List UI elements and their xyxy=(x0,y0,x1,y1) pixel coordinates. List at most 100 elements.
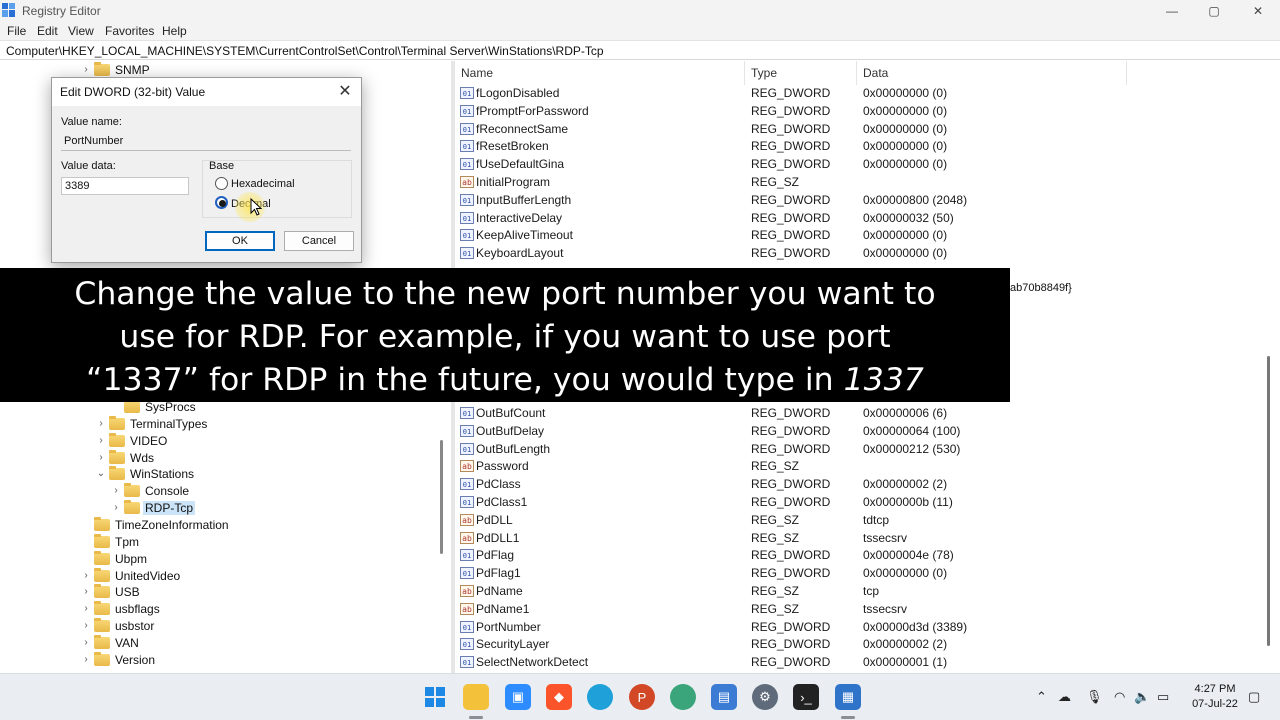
value-row[interactable]: 01 PdClass REG_DWORD 0x00000002 (2) xyxy=(455,475,1265,493)
tree-node-version[interactable]: › Version xyxy=(80,651,157,668)
chevron-right-icon[interactable]: › xyxy=(80,603,92,614)
chevron-right-icon[interactable]: › xyxy=(80,64,92,75)
menu-view[interactable]: View xyxy=(68,24,94,38)
address-bar[interactable]: Computer\HKEY_LOCAL_MACHINE\SYSTEM\Curre… xyxy=(0,40,1280,60)
value-row[interactable]: ab Password REG_SZ xyxy=(455,457,1265,475)
wifi-icon[interactable]: ◠ xyxy=(1114,689,1125,705)
minimize-button[interactable]: — xyxy=(1149,0,1195,22)
zoom-icon[interactable]: ▣ xyxy=(505,684,531,710)
tree-node-terminaltypes[interactable]: › TerminalTypes xyxy=(95,415,209,432)
tree-node-wds[interactable]: › Wds xyxy=(95,449,156,466)
powerpoint-icon[interactable]: P xyxy=(629,684,655,710)
column-header-name[interactable]: Name xyxy=(455,61,745,85)
tree-node-console[interactable]: › Console xyxy=(110,482,191,499)
ok-button[interactable]: OK xyxy=(205,231,275,251)
value-row[interactable]: ab InitialProgram REG_SZ xyxy=(455,173,1265,191)
tree-node-rdp-tcp[interactable]: › RDP-Tcp xyxy=(110,499,196,516)
registry-editor-taskbar-icon[interactable]: ▦ xyxy=(835,684,861,710)
tree-node-usbflags[interactable]: › usbflags xyxy=(80,600,162,617)
clock[interactable]: 4:27 PM 07-Jul-22 xyxy=(1187,682,1243,712)
value-row[interactable]: 01 SecurityLayer REG_DWORD 0x00000002 (2) xyxy=(455,635,1265,653)
notification-icon[interactable]: ▢ xyxy=(1248,689,1260,705)
column-header-type[interactable]: Type xyxy=(745,61,857,85)
chevron-right-icon[interactable]: › xyxy=(95,418,107,429)
value-row[interactable]: ab PdName REG_SZ tcp xyxy=(455,582,1265,600)
value-row[interactable]: 01 InputBufferLength REG_DWORD 0x00000800 (… xyxy=(455,191,1265,209)
maximize-button[interactable]: ▢ xyxy=(1191,0,1237,22)
menu-help[interactable]: Help xyxy=(162,24,187,38)
tree-node-van[interactable]: › VAN xyxy=(80,634,141,651)
value-row[interactable]: 01 PortNumber REG_DWORD 0x00000d3d (3389) xyxy=(455,618,1265,636)
tree-node-snmp[interactable]: › SNMP xyxy=(80,61,152,78)
binary-value-icon: 01 xyxy=(460,229,474,242)
menu-file[interactable]: File xyxy=(7,24,26,38)
chevron-right-icon[interactable]: › xyxy=(80,620,92,631)
microphone-icon[interactable]: 🎙 xyxy=(1086,689,1103,705)
value-row[interactable]: 01 PdClass1 REG_DWORD 0x0000000b (11) xyxy=(455,493,1265,511)
value-row[interactable]: 01 PdFlag1 REG_DWORD 0x00000000 (0) xyxy=(455,564,1265,582)
hexadecimal-label[interactable]: Hexadecimal xyxy=(231,178,295,190)
value-row[interactable]: ab PdDLL REG_SZ tdtcp xyxy=(455,511,1265,529)
column-header-data[interactable]: Data xyxy=(857,61,1127,85)
values-scrollbar[interactable] xyxy=(1267,356,1270,646)
value-row[interactable]: 01 fResetBroken REG_DWORD 0x00000000 (0) xyxy=(455,137,1265,155)
chevron-right-icon[interactable]: › xyxy=(110,502,122,513)
chevron-right-icon[interactable]: › xyxy=(110,485,122,496)
tree-node-tpm[interactable]: Tpm xyxy=(80,533,141,550)
menu-favorites[interactable]: Favorites xyxy=(105,24,154,38)
tree-scrollbar[interactable] xyxy=(440,440,443,554)
value-row[interactable]: 01 KeyboardLayout REG_DWORD 0x00000000 (0) xyxy=(455,244,1265,262)
value-row[interactable]: 01 SelectNetworkDetect REG_DWORD 0x00000001… xyxy=(455,653,1265,671)
value-row[interactable]: 01 PdFlag REG_DWORD 0x0000004e (78) xyxy=(455,546,1265,564)
value-row[interactable]: ab PdName1 REG_SZ tssecsrv xyxy=(455,600,1265,618)
tree-node-usb[interactable]: › USB xyxy=(80,583,142,600)
tree-node-winstations[interactable]: ⌄ WinStations xyxy=(95,465,196,482)
chevron-up-icon[interactable]: ⌃ xyxy=(1036,689,1047,705)
folder-icon xyxy=(94,533,110,548)
value-row[interactable]: 01 OutBufLength REG_DWORD 0x00000212 (530) xyxy=(455,440,1265,458)
hexadecimal-radio[interactable] xyxy=(215,177,228,190)
battery-icon[interactable]: ▭ xyxy=(1157,689,1169,705)
binary-value-icon: 01 xyxy=(460,442,474,455)
chevron-right-icon[interactable]: › xyxy=(80,570,92,581)
settings-icon[interactable]: ⚙ xyxy=(752,684,778,710)
start-icon[interactable] xyxy=(422,684,448,710)
chevron-right-icon[interactable]: › xyxy=(80,637,92,648)
tree-node-ubpm[interactable]: Ubpm xyxy=(80,550,149,567)
file-explorer-icon[interactable] xyxy=(463,684,489,710)
menu-edit[interactable]: Edit xyxy=(37,24,58,38)
value-type: REG_DWORD xyxy=(751,655,831,670)
close-button[interactable]: ✕ xyxy=(1235,0,1280,22)
value-row[interactable]: 01 OutBufCount REG_DWORD 0x00000006 (6) xyxy=(455,404,1265,422)
terminal-icon[interactable]: ›_ xyxy=(793,684,819,710)
value-row[interactable]: 01 fReconnectSame REG_DWORD 0x00000000 (0) xyxy=(455,120,1265,138)
cancel-button[interactable]: Cancel xyxy=(284,231,354,251)
value-row[interactable]: 01 InteractiveDelay REG_DWORD 0x00000032 (5… xyxy=(455,209,1265,227)
chevron-right-icon[interactable]: › xyxy=(95,435,107,446)
value-name: PdFlag1 xyxy=(476,566,521,581)
value-data-input[interactable]: 3389 xyxy=(61,177,189,195)
chevron-right-icon[interactable]: › xyxy=(95,452,107,463)
chevron-right-icon[interactable]: › xyxy=(80,654,92,665)
tutorial-caption: Change the value to the new port number … xyxy=(0,268,1010,402)
value-row[interactable]: 01 KeepAliveTimeout REG_DWORD 0x00000000 (0… xyxy=(455,226,1265,244)
value-row[interactable]: 01 fUseDefaultGina REG_DWORD 0x00000000 (0) xyxy=(455,155,1265,173)
chevron-right-icon[interactable]: › xyxy=(80,586,92,597)
value-row[interactable]: ab PdDLL1 REG_SZ tssecsrv xyxy=(455,529,1265,547)
value-row[interactable]: 01 OutBufDelay REG_DWORD 0x00000064 (100) xyxy=(455,422,1265,440)
volume-icon[interactable]: 🔈 xyxy=(1134,689,1150,705)
cloud-icon[interactable]: ☁ xyxy=(1058,689,1071,705)
dialog-close-icon[interactable]: ✕ xyxy=(335,82,355,102)
edge-icon[interactable] xyxy=(587,684,613,710)
brave-icon[interactable]: ◆ xyxy=(546,684,572,710)
tree-node-timezoneinformation[interactable]: TimeZoneInformation xyxy=(80,516,231,533)
value-row[interactable]: 01 fLogonDisabled REG_DWORD 0x00000000 (0) xyxy=(455,84,1265,102)
tree-node-usbstor[interactable]: › usbstor xyxy=(80,617,156,634)
browser-icon[interactable] xyxy=(670,684,696,710)
tree-node-unitedvideo[interactable]: › UnitedVideo xyxy=(80,567,182,584)
decimal-radio[interactable] xyxy=(215,196,228,209)
remote-desktop-icon[interactable]: ▤ xyxy=(711,684,737,710)
tree-node-video[interactable]: › VIDEO xyxy=(95,432,169,449)
chevron-down-icon[interactable]: ⌄ xyxy=(95,468,107,479)
value-row[interactable]: 01 fPromptForPassword REG_DWORD 0x00000000 … xyxy=(455,102,1265,120)
